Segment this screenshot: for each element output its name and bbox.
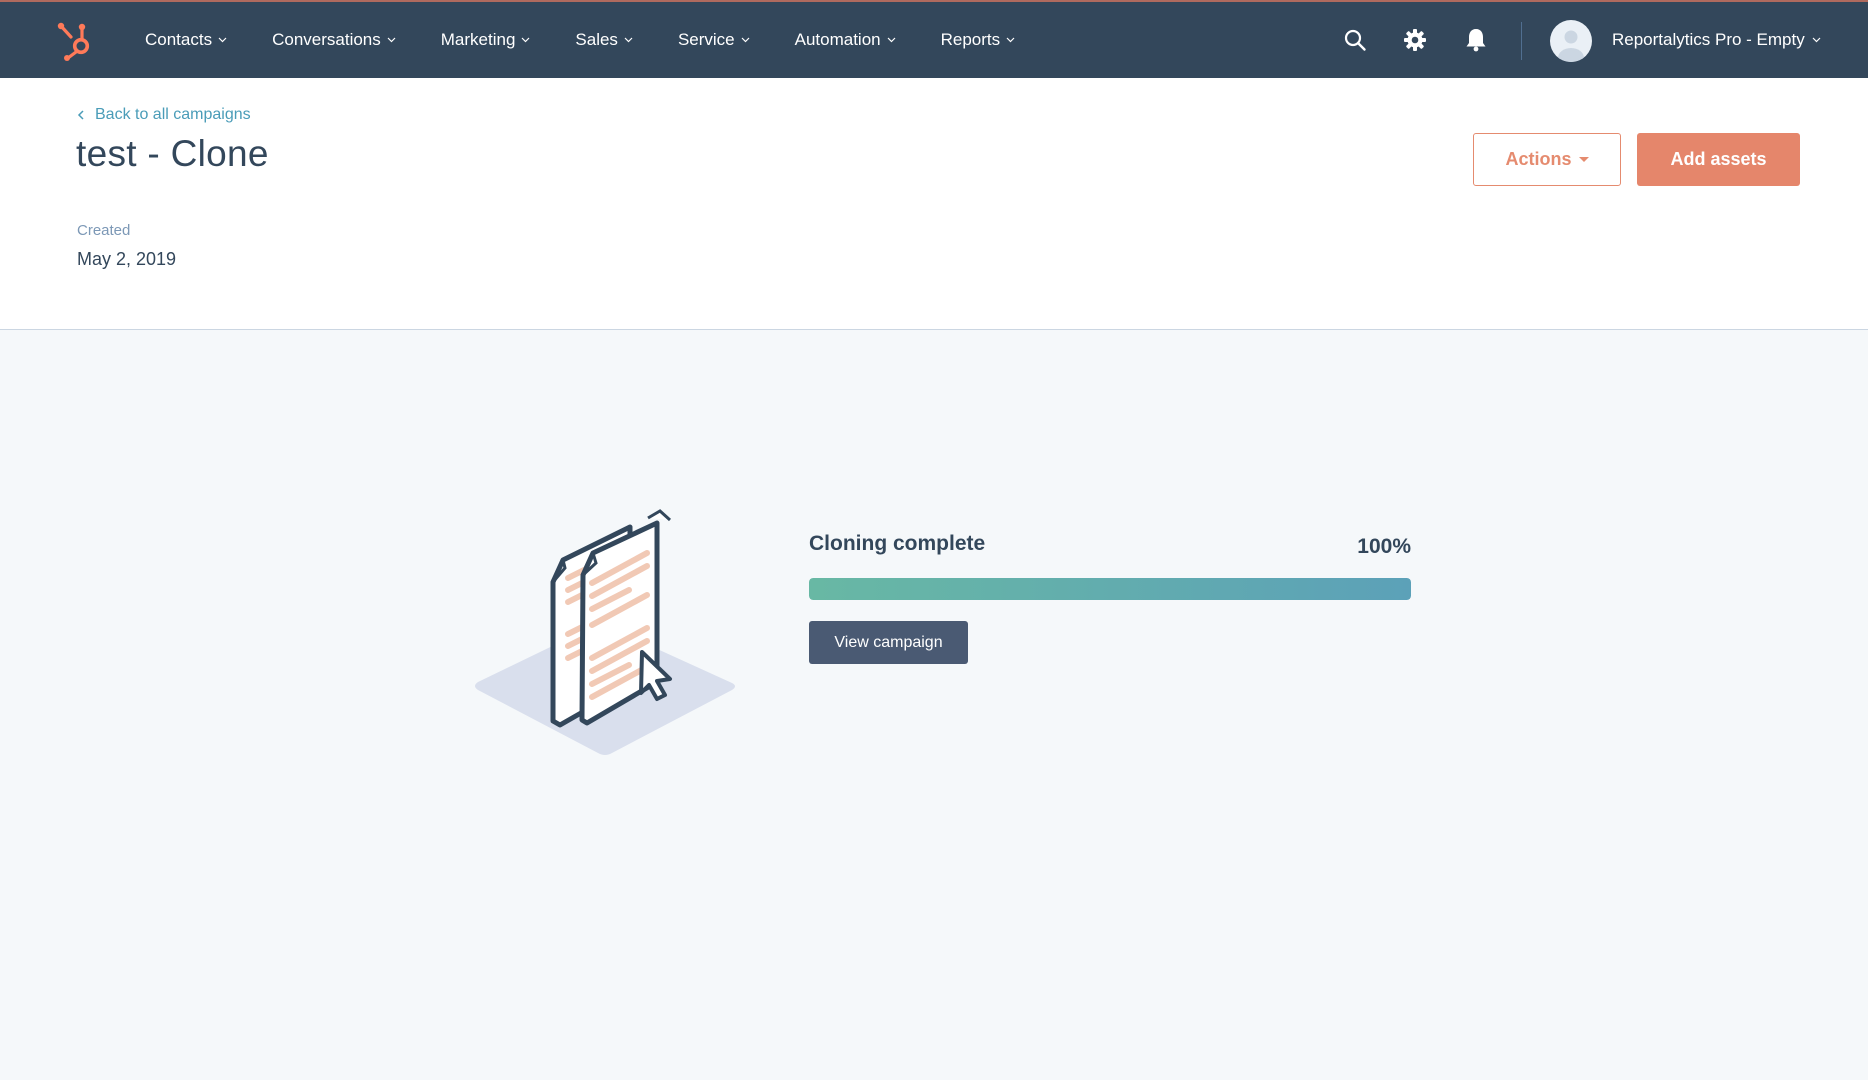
cloning-status-title: Cloning complete xyxy=(809,532,986,555)
chevron-down-icon xyxy=(218,37,227,43)
top-navigation-bar: Contacts Conversations Marketing Sales S… xyxy=(0,0,1868,78)
chevron-down-icon xyxy=(521,37,530,43)
main-menu: Contacts Conversations Marketing Sales S… xyxy=(145,2,1015,78)
back-link-label: Back to all campaigns xyxy=(95,106,251,123)
progress-percent: 100% xyxy=(1357,535,1411,558)
chevron-down-icon xyxy=(1006,37,1015,43)
nav-item-automation[interactable]: Automation xyxy=(795,30,896,50)
nav-item-label: Contacts xyxy=(145,30,213,49)
nav-item-label: Automation xyxy=(794,30,881,49)
account-menu[interactable]: Reportalytics Pro - Empty xyxy=(1612,2,1821,78)
created-date: May 2, 2019 xyxy=(77,249,177,269)
view-campaign-button[interactable]: View campaign xyxy=(809,621,968,664)
chevron-down-icon xyxy=(387,37,396,43)
nav-item-marketing[interactable]: Marketing xyxy=(441,30,531,50)
nav-item-label: Conversations xyxy=(272,30,381,49)
nav-item-label: Service xyxy=(677,30,735,49)
nav-item-service[interactable]: Service xyxy=(678,30,750,50)
nav-item-contacts[interactable]: Contacts xyxy=(145,30,227,50)
add-assets-button[interactable]: Add assets xyxy=(1637,133,1800,186)
cloning-documents-illustration xyxy=(460,480,740,760)
nav-item-label: Reports xyxy=(940,30,1001,49)
nav-item-sales[interactable]: Sales xyxy=(575,30,633,50)
progress-bar-fill xyxy=(809,578,1411,600)
page-header: Back to all campaigns test - Clone Creat… xyxy=(0,78,1868,330)
created-label: Created xyxy=(77,222,131,239)
account-name: Reportalytics Pro - Empty xyxy=(1612,30,1805,49)
progress-bar xyxy=(809,578,1411,600)
gear-icon[interactable] xyxy=(1401,26,1429,54)
caret-down-icon xyxy=(1578,157,1589,162)
nav-divider xyxy=(1521,22,1522,60)
nav-item-reports[interactable]: Reports xyxy=(941,30,1016,50)
chevron-down-icon xyxy=(887,37,896,43)
chevron-left-icon xyxy=(77,110,84,120)
chevron-down-icon xyxy=(741,37,750,43)
avatar[interactable] xyxy=(1550,20,1592,62)
back-to-campaigns-link[interactable]: Back to all campaigns xyxy=(77,106,251,124)
actions-label: Actions xyxy=(1505,149,1572,169)
chevron-down-icon xyxy=(1812,37,1821,43)
chevron-down-icon xyxy=(624,37,633,43)
nav-item-label: Sales xyxy=(575,30,618,49)
actions-dropdown-button[interactable]: Actions xyxy=(1473,133,1621,186)
hubspot-logo-icon[interactable] xyxy=(54,20,94,62)
page-title: test - Clone xyxy=(76,133,269,174)
nav-item-label: Marketing xyxy=(440,30,516,49)
bell-icon[interactable] xyxy=(1462,26,1490,54)
search-icon[interactable] xyxy=(1341,26,1369,54)
nav-item-conversations[interactable]: Conversations xyxy=(272,30,396,50)
